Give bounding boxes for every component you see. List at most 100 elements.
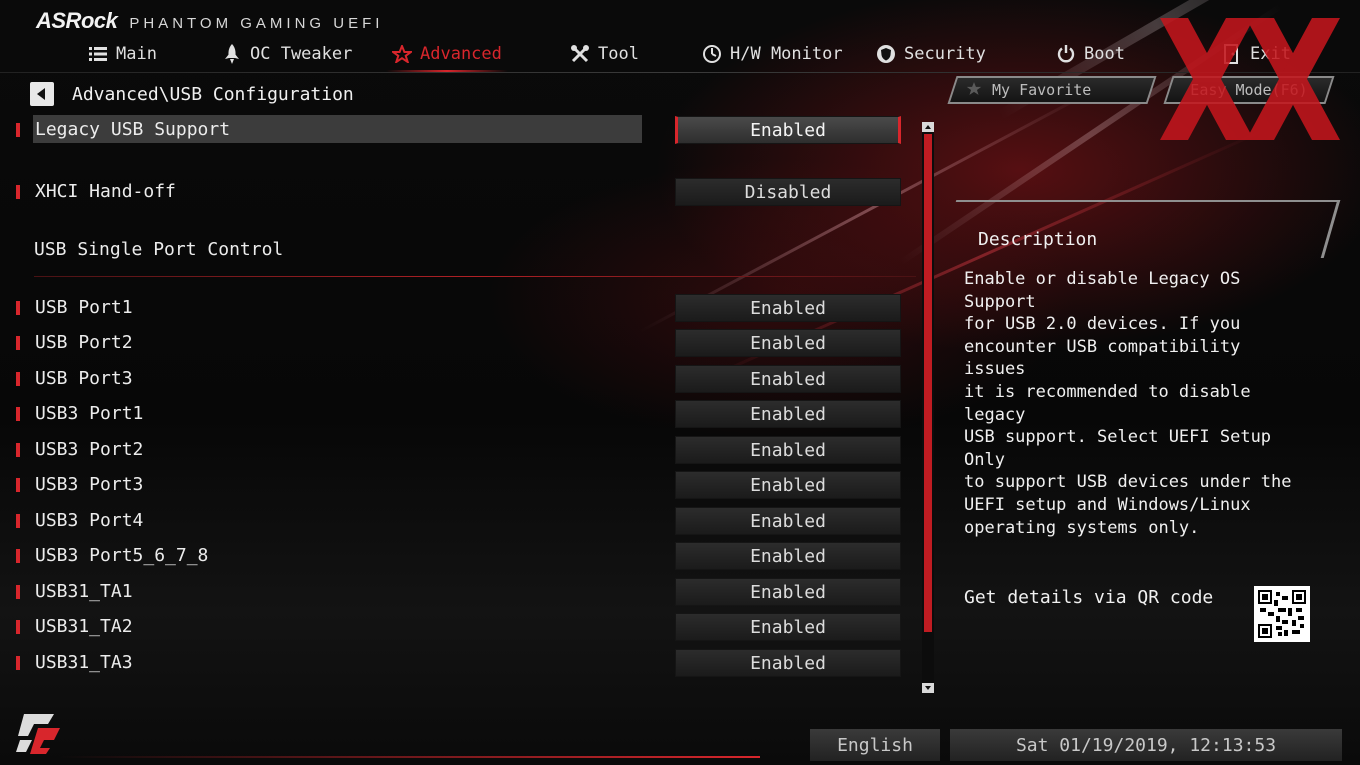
setting-row-usb31-ta3[interactable]: USB31_TA3 Enabled bbox=[0, 648, 920, 678]
description-title: Description bbox=[978, 229, 1098, 250]
setting-value-dropdown[interactable]: Enabled bbox=[675, 471, 901, 499]
list-icon bbox=[88, 44, 108, 64]
settings-scrollbar[interactable] bbox=[922, 122, 934, 693]
setting-label: Legacy USB Support bbox=[35, 119, 231, 140]
monitor-icon bbox=[702, 44, 722, 64]
row-marker bbox=[16, 478, 20, 492]
tab-label: Security bbox=[904, 44, 986, 64]
setting-label: USB3 Port1 bbox=[35, 403, 144, 424]
tab-oc-tweaker[interactable]: OC Tweaker bbox=[222, 40, 352, 68]
setting-row-usb3-port1[interactable]: USB3 Port1 Enabled bbox=[0, 399, 920, 429]
tab-label: Boot bbox=[1084, 44, 1125, 64]
header-divider bbox=[0, 72, 1360, 73]
row-marker bbox=[16, 443, 20, 457]
tab-main[interactable]: Main bbox=[88, 40, 157, 68]
section-title: USB Single Port Control bbox=[34, 239, 284, 260]
main-tab-bar: Main OC Tweaker Advanced Tool H/W Monito… bbox=[0, 40, 1360, 72]
star-icon bbox=[392, 44, 412, 64]
datetime-display[interactable]: Sat 01/19/2019, 12:13:53 bbox=[950, 729, 1342, 761]
back-arrow-icon bbox=[37, 88, 45, 100]
easy-mode-label: Easy Mode(F6) bbox=[1190, 81, 1308, 99]
setting-value-dropdown[interactable]: Enabled bbox=[675, 613, 901, 641]
setting-value-dropdown[interactable]: Disabled bbox=[675, 178, 901, 206]
setting-row-usb-port1[interactable]: USB Port1 Enabled bbox=[0, 293, 920, 323]
tab-hw-monitor[interactable]: H/W Monitor bbox=[702, 40, 843, 68]
language-button[interactable]: English bbox=[810, 729, 940, 761]
star-icon bbox=[966, 81, 982, 100]
setting-value-dropdown[interactable]: Enabled bbox=[675, 329, 901, 357]
setting-row-usb31-ta2[interactable]: USB31_TA2 Enabled bbox=[0, 612, 920, 642]
setting-row-usb3-port2[interactable]: USB3 Port2 Enabled bbox=[0, 435, 920, 465]
setting-value-dropdown[interactable]: Enabled bbox=[675, 365, 901, 393]
setting-value-dropdown[interactable]: Enabled bbox=[675, 436, 901, 464]
tab-boot[interactable]: Boot bbox=[1056, 40, 1125, 68]
tab-label: Exit bbox=[1250, 44, 1291, 64]
setting-label: USB Port2 bbox=[35, 332, 133, 353]
setting-row-usb3-port3[interactable]: USB3 Port3 Enabled bbox=[0, 470, 920, 500]
brand-logo: ASRock bbox=[36, 8, 118, 33]
shield-icon bbox=[876, 44, 896, 64]
setting-label: USB3 Port5_6_7_8 bbox=[35, 545, 209, 566]
row-marker bbox=[16, 656, 20, 670]
setting-label: USB31_TA2 bbox=[35, 616, 133, 637]
setting-row-usb3-port4[interactable]: USB3 Port4 Enabled bbox=[0, 506, 920, 536]
qr-code-label: Get details via QR code bbox=[964, 587, 1214, 608]
setting-label: USB3 Port3 bbox=[35, 474, 144, 495]
row-marker bbox=[16, 620, 20, 634]
tab-exit[interactable]: Exit bbox=[1222, 40, 1291, 68]
row-marker bbox=[16, 514, 20, 528]
exit-icon bbox=[1222, 44, 1242, 64]
tab-label: OC Tweaker bbox=[250, 44, 353, 64]
setting-row-xhci-hand-off[interactable]: XHCI Hand-off Disabled bbox=[0, 177, 920, 207]
section-divider bbox=[34, 276, 916, 277]
footer-accent-line bbox=[60, 756, 760, 758]
setting-label: XHCI Hand-off bbox=[35, 181, 176, 202]
setting-label: USB3 Port2 bbox=[35, 439, 144, 460]
rocket-icon bbox=[222, 44, 242, 64]
my-favorite-label: My Favorite bbox=[992, 81, 1092, 99]
setting-row-usb-port3[interactable]: USB Port3 Enabled bbox=[0, 364, 920, 394]
setting-value-dropdown[interactable]: Enabled bbox=[675, 542, 901, 570]
setting-label: USB Port3 bbox=[35, 368, 133, 389]
setting-row-usb31-ta1[interactable]: USB31_TA1 Enabled bbox=[0, 577, 920, 607]
tab-security[interactable]: Security bbox=[876, 40, 986, 68]
my-favorite-button[interactable]: My Favorite bbox=[947, 76, 1157, 104]
setting-value-dropdown[interactable]: Enabled bbox=[675, 400, 901, 428]
setting-value-dropdown[interactable]: Enabled bbox=[675, 649, 901, 677]
power-icon bbox=[1056, 44, 1076, 64]
row-marker bbox=[16, 407, 20, 421]
setting-row-usb3-port5-6-7-8[interactable]: USB3 Port5_6_7_8 Enabled bbox=[0, 541, 920, 571]
tools-icon bbox=[570, 44, 590, 64]
scroll-down-arrow-icon[interactable] bbox=[922, 683, 934, 693]
phantom-gaming-logo-icon bbox=[16, 714, 60, 754]
setting-label: USB3 Port4 bbox=[35, 510, 144, 531]
tab-label: H/W Monitor bbox=[730, 44, 843, 64]
brand-subtitle: PHANTOM GAMING UEFI bbox=[129, 15, 384, 32]
setting-label: USB31_TA1 bbox=[35, 581, 133, 602]
setting-value-dropdown[interactable]: Enabled bbox=[675, 294, 901, 322]
scroll-up-arrow-icon[interactable] bbox=[922, 122, 934, 132]
easy-mode-button[interactable]: Easy Mode(F6) bbox=[1163, 76, 1335, 104]
row-marker bbox=[16, 549, 20, 563]
row-marker bbox=[16, 301, 20, 315]
setting-value-dropdown[interactable]: Enabled bbox=[675, 578, 901, 606]
tab-label: Tool bbox=[598, 44, 639, 64]
setting-value-dropdown[interactable]: Enabled bbox=[675, 507, 901, 535]
tab-tool[interactable]: Tool bbox=[570, 40, 639, 68]
qr-code-icon[interactable] bbox=[1254, 586, 1310, 642]
setting-row-legacy-usb-support[interactable]: Legacy USB Support Enabled bbox=[0, 115, 920, 145]
row-marker bbox=[16, 123, 20, 137]
row-marker bbox=[16, 372, 20, 386]
brand-header: ASRock PHANTOM GAMING UEFI bbox=[36, 8, 383, 34]
breadcrumb: Advanced\USB Configuration bbox=[72, 84, 354, 105]
setting-label: USB Port1 bbox=[35, 297, 133, 318]
row-marker bbox=[16, 585, 20, 599]
setting-value-dropdown[interactable]: Enabled bbox=[675, 116, 901, 144]
tab-label: Advanced bbox=[420, 44, 502, 64]
setting-row-usb-port2[interactable]: USB Port2 Enabled bbox=[0, 328, 920, 358]
back-button[interactable] bbox=[30, 82, 54, 106]
tab-label: Main bbox=[116, 44, 157, 64]
tab-advanced[interactable]: Advanced bbox=[386, 40, 508, 72]
setting-label: USB31_TA3 bbox=[35, 652, 133, 673]
scroll-thumb[interactable] bbox=[924, 134, 932, 632]
